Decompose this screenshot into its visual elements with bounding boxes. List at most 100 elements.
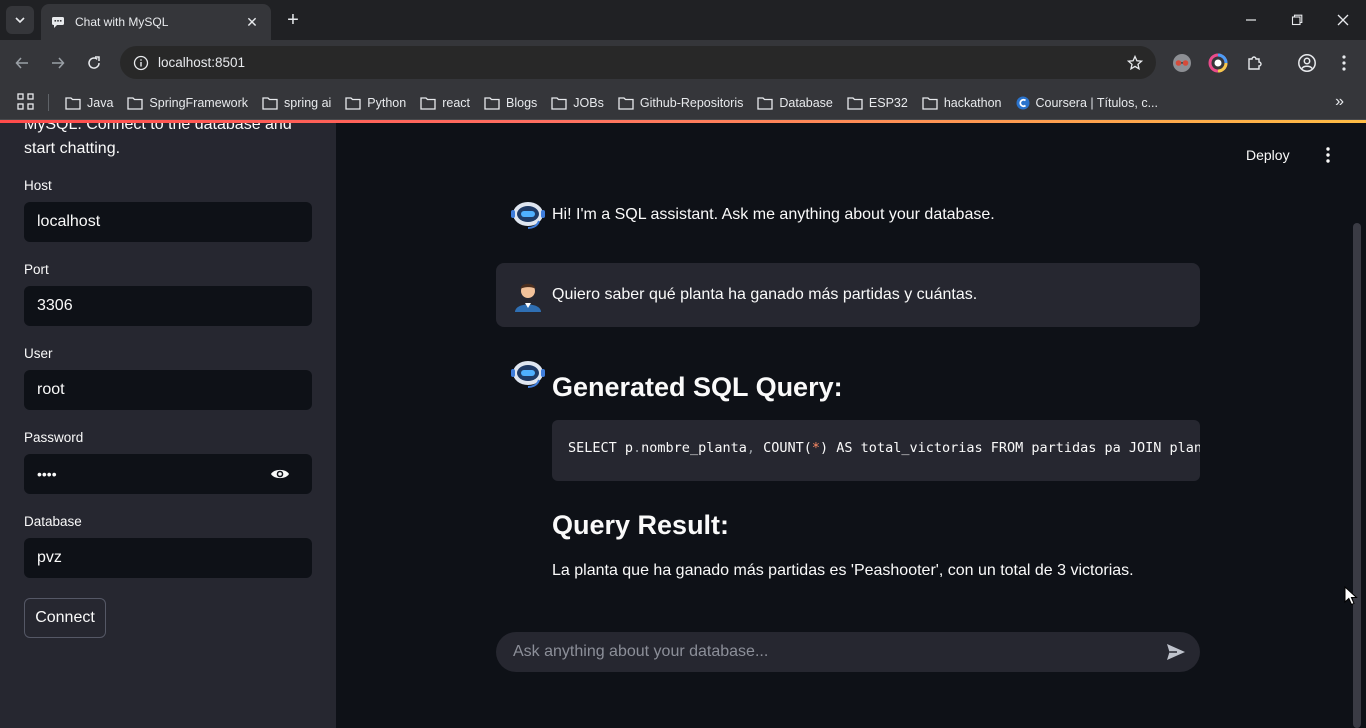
bookmark-hackathon[interactable]: hackathon [915,89,1009,117]
query-result-text: La planta que ha ganado más partidas es … [552,562,1134,579]
restore-button[interactable] [1274,0,1320,40]
tab-title: Chat with MySQL [75,15,169,29]
reload-button[interactable] [81,50,107,76]
assistant-greeting-text: Hi! I'm a SQL assistant. Ask me anything… [552,206,995,223]
tab-strip: Chat with MySQL ✕ + [0,0,1366,40]
minimize-button[interactable] [1228,0,1274,40]
tab-search-button[interactable] [6,6,34,34]
new-tab-button[interactable]: + [282,8,304,32]
scrollbar[interactable] [1353,223,1361,728]
bookmark-coursera[interactable]: Coursera | Títulos, c... [1009,89,1166,117]
deploy-button[interactable]: Deploy [1246,147,1290,163]
user-value: root [37,381,65,398]
bookmark-label: spring ai [284,95,332,110]
bookmark-label: Database [779,95,833,110]
back-button[interactable] [9,50,35,76]
bookmark-label: react [442,95,471,110]
mouse-cursor-icon [1344,586,1358,606]
generated-sql-heading: Generated SQL Query: [552,372,843,402]
browser-tab[interactable]: Chat with MySQL ✕ [41,4,271,40]
password-input[interactable]: •••• [24,454,312,494]
folder-icon [922,96,938,110]
restore-icon [1291,14,1303,26]
chevron-double-right-icon[interactable]: » [1335,93,1344,111]
sql-code-text: SELECT p.nombre_planta, COUNT(*) AS tota… [568,440,1200,456]
bookmark-python[interactable]: Python [338,89,413,117]
bookmark-star-icon[interactable] [1120,54,1150,71]
folder-icon [420,96,436,110]
user-avatar-icon [515,283,541,312]
show-password-eye-icon[interactable] [269,463,291,485]
bookmark-list: Java SpringFramework spring ai Python re… [58,85,1165,120]
tab-close-icon[interactable]: ✕ [243,14,261,31]
bookmark-label: Github-Repositoris [639,95,744,110]
sql-code-block: SELECT p.nombre_planta, COUNT(*) AS tota… [552,420,1200,481]
profile-icon[interactable] [1296,52,1318,74]
assistant-avatar-icon [511,202,545,229]
bookmark-esp32[interactable]: ESP32 [840,89,915,117]
bookmark-java[interactable]: Java [58,89,120,117]
arrow-right-icon [52,57,65,69]
sidebar: MySQL. Connect to the database and start… [0,123,336,728]
address-bar[interactable]: localhost:8501 [120,46,1156,79]
port-input[interactable]: 3306 [24,286,312,326]
user-input[interactable]: root [24,370,312,410]
folder-icon [345,96,361,110]
assistant-avatar-icon [511,361,545,388]
connect-button[interactable]: Connect [24,598,106,638]
host-value: localhost [37,213,101,230]
password-label: Password [24,430,84,445]
host-label: Host [24,178,52,193]
bookmark-jobs[interactable]: JOBs [544,89,611,117]
arrow-left-icon [15,57,28,69]
forward-button[interactable] [45,50,71,76]
chevron-down-icon [15,17,25,24]
query-result-heading: Query Result: [552,510,730,540]
bookmark-blogs[interactable]: Blogs [477,89,544,117]
url-text: localhost:8501 [158,55,246,70]
database-value: pvz [37,549,62,566]
apps-grid-icon[interactable] [17,93,35,111]
bookmark-label: SpringFramework [149,95,249,110]
bookmark-database[interactable]: Database [750,89,840,117]
port-label: Port [24,262,49,277]
sidebar-intro: MySQL. Connect to the database and start… [24,123,292,157]
host-input[interactable]: localhost [24,202,312,242]
site-info-icon[interactable] [126,55,156,71]
folder-icon [484,96,500,110]
database-input[interactable]: pvz [24,538,312,578]
folder-icon [127,96,144,110]
chat-input-container [496,632,1200,672]
port-value: 3306 [37,297,73,314]
extension-glasses-icon[interactable] [1171,52,1193,74]
coursera-logo-icon [1016,96,1029,109]
close-icon [1337,14,1349,26]
user-question-text: Quiero saber qué planta ha ganado más pa… [552,286,978,303]
extension-color-icon[interactable] [1207,52,1229,74]
bookmark-label: hackathon [943,95,1002,110]
extensions-puzzle-icon[interactable] [1244,52,1266,74]
minimize-icon [1246,19,1256,21]
bookmarks-divider [48,94,49,111]
folder-icon [847,96,863,110]
bookmark-label: JOBs [573,95,604,110]
browser-menu-icon[interactable] [1333,52,1355,74]
bookmark-springframework[interactable]: SpringFramework [120,89,255,117]
bookmarks-bar: Java SpringFramework spring ai Python re… [0,85,1366,120]
folder-icon [757,96,774,110]
bookmark-spring-ai[interactable]: spring ai [255,89,338,117]
close-window-button[interactable] [1320,0,1366,40]
bookmark-label: Coursera | Títulos, c... [1035,95,1159,110]
bookmark-label: ESP32 [868,95,908,110]
bookmark-label: Blogs [506,95,538,110]
chat-input[interactable] [513,643,1164,661]
bookmark-label: Java [87,95,114,110]
chat-favicon-icon [52,17,64,28]
bookmark-github-repositoris[interactable]: Github-Repositoris [611,89,751,117]
more-options-icon[interactable] [1318,145,1338,165]
bookmark-react[interactable]: react [413,89,477,117]
send-icon[interactable] [1164,640,1188,664]
folder-icon [618,96,634,110]
bookmark-label: Python [367,95,407,110]
browser-toolbar: localhost:8501 [0,40,1366,85]
